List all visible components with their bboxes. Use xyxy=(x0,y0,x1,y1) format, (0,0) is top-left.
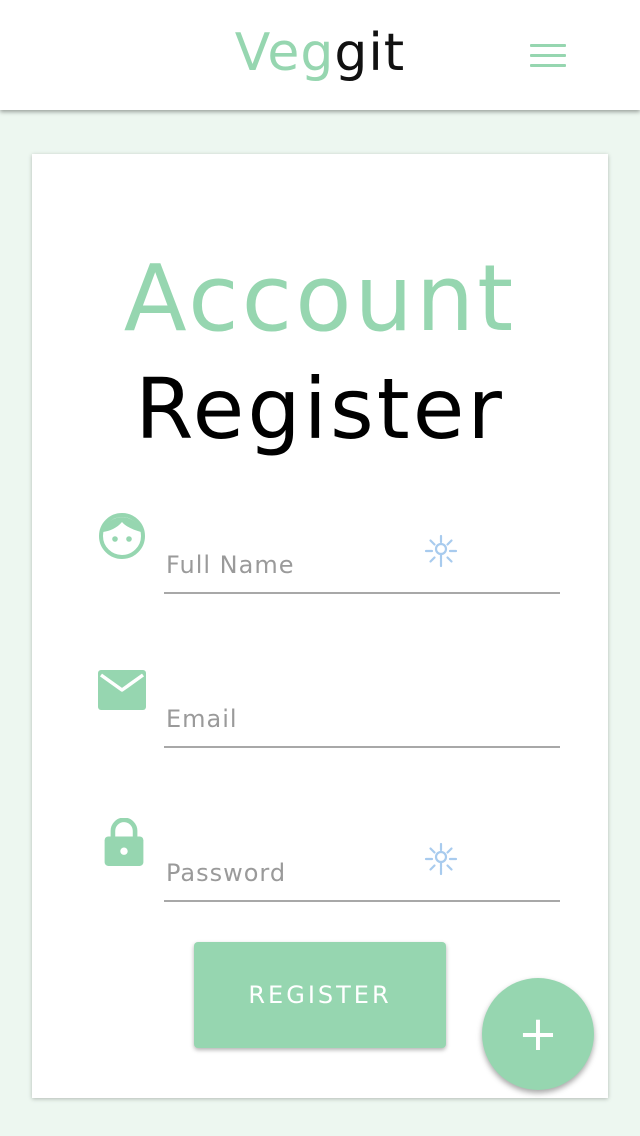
page-title-account: Account xyxy=(123,245,517,352)
hamburger-menu-icon[interactable] xyxy=(522,38,574,74)
envelope-icon xyxy=(98,670,146,710)
page-title-register: Register xyxy=(135,360,505,458)
full-name-input[interactable] xyxy=(164,538,560,594)
logo-part-veg: Veg xyxy=(234,23,335,83)
autofill-key-icon[interactable] xyxy=(424,842,458,876)
password-input[interactable] xyxy=(164,846,560,902)
face-icon xyxy=(99,513,145,559)
add-fab-button[interactable]: + xyxy=(482,978,594,1090)
app-header: Veggit xyxy=(0,0,640,110)
lock-icon xyxy=(104,818,144,866)
register-card: Account Register Full Name Email REGISTE… xyxy=(32,154,608,1098)
menu-bar-top xyxy=(530,44,566,47)
plus-icon: + xyxy=(517,1006,559,1062)
email-input[interactable] xyxy=(164,692,560,748)
register-button[interactable]: REGISTER xyxy=(194,942,446,1048)
autofill-key-icon[interactable] xyxy=(424,534,458,568)
menu-bar-middle xyxy=(530,54,566,57)
logo-part-git: git xyxy=(334,23,406,83)
menu-bar-bottom xyxy=(530,64,566,67)
